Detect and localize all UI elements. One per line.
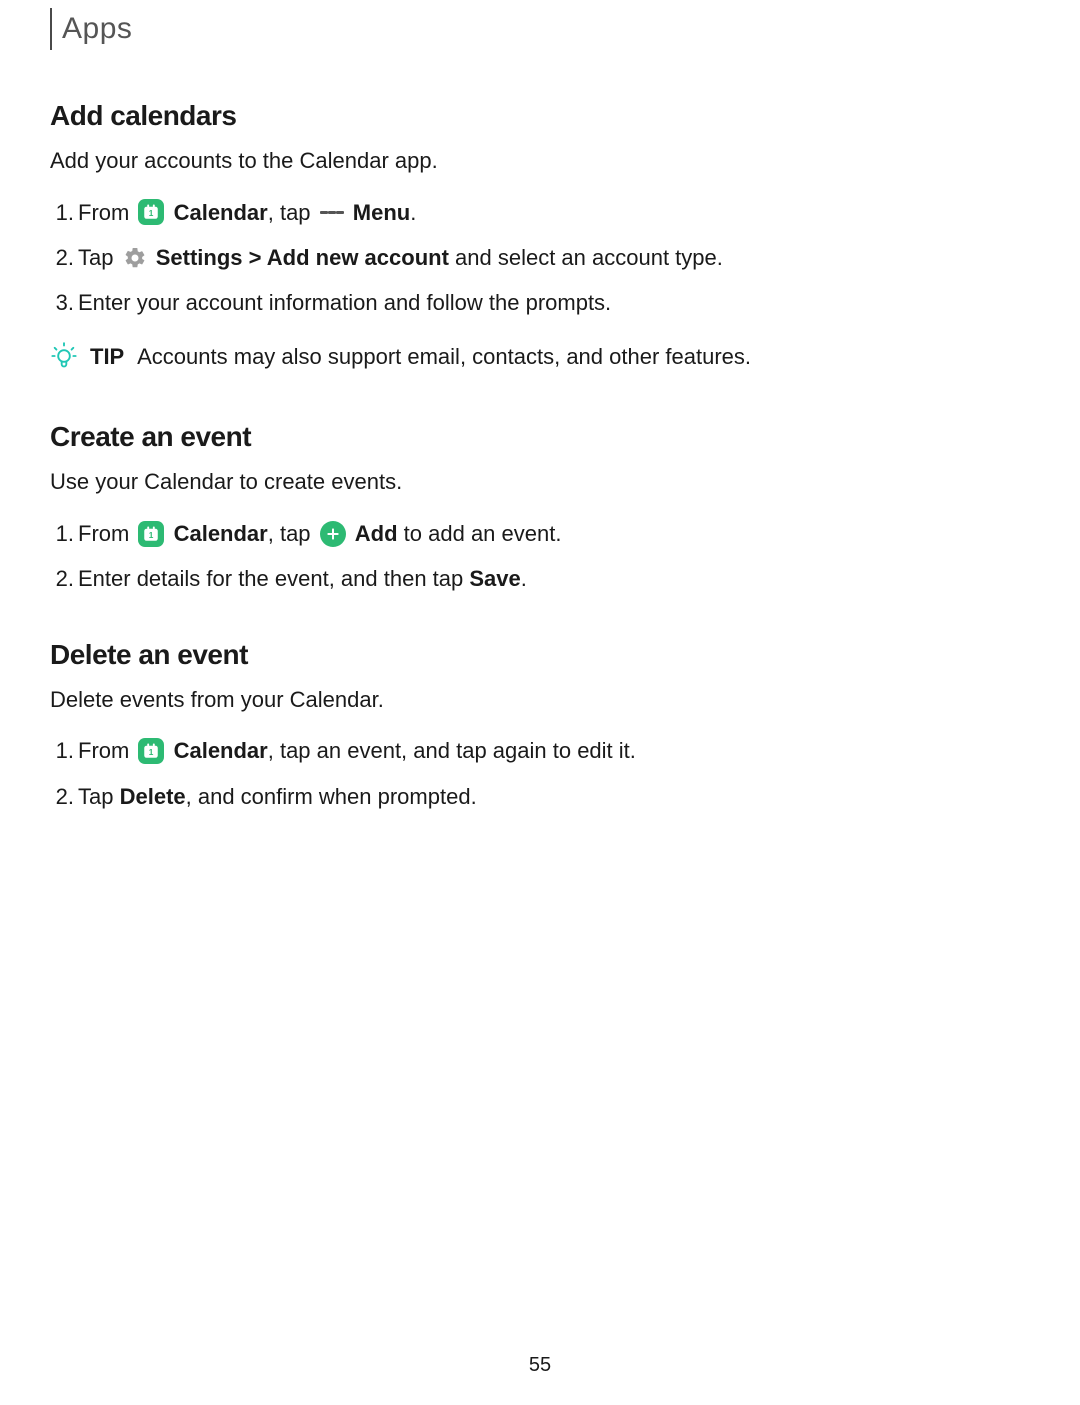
section2-intro: Use your Calendar to create events. xyxy=(50,467,1030,498)
gear-icon xyxy=(123,246,147,270)
text: > xyxy=(243,245,267,270)
section1-step1: From 1 Calendar, tap Menu. xyxy=(78,195,1030,230)
section1-step3: Enter your account information and follo… xyxy=(78,285,1030,320)
tip-block: TIP Accounts may also support email, con… xyxy=(50,340,1030,379)
section3-step2: Tap Delete, and confirm when prompted. xyxy=(78,779,1030,814)
tip-text: Accounts may also support email, contact… xyxy=(132,344,751,369)
svg-text:1: 1 xyxy=(149,209,154,218)
text: . xyxy=(521,566,527,591)
section-heading-delete-event: Delete an event xyxy=(50,639,1030,671)
page-header: Apps xyxy=(50,8,1030,50)
text: , and confirm when prompted. xyxy=(186,784,477,809)
calendar-label: Calendar xyxy=(174,200,268,225)
calendar-icon: 1 xyxy=(138,521,164,547)
section2-step1: From 1 Calendar, tap Add to add an event… xyxy=(78,516,1030,551)
section-heading-add-calendars: Add calendars xyxy=(50,100,1030,132)
section3-step1: From 1 Calendar, tap an event, and tap a… xyxy=(78,733,1030,768)
text: , tap xyxy=(268,200,317,225)
text: From xyxy=(78,200,135,225)
calendar-label: Calendar xyxy=(174,738,268,763)
text: , tap xyxy=(268,521,317,546)
text: . xyxy=(410,200,416,225)
svg-text:1: 1 xyxy=(149,531,154,540)
svg-text:1: 1 xyxy=(149,748,154,757)
section1-step2: Tap Settings > Add new account and selec… xyxy=(78,240,1030,275)
text: and select an account type. xyxy=(449,245,723,270)
menu-label: Menu xyxy=(353,200,410,225)
tip-label: TIP xyxy=(90,344,124,369)
settings-label: Settings xyxy=(156,245,243,270)
section1-steps: From 1 Calendar, tap Menu. Tap Settings … xyxy=(50,195,1030,321)
delete-label: Delete xyxy=(120,784,186,809)
calendar-label: Calendar xyxy=(174,521,268,546)
menu-icon xyxy=(320,202,344,222)
text: Tap xyxy=(78,784,120,809)
text: to add an event. xyxy=(398,521,562,546)
save-label: Save xyxy=(469,566,520,591)
section1-intro: Add your accounts to the Calendar app. xyxy=(50,146,1030,177)
add-label: Add xyxy=(355,521,398,546)
section3-steps: From 1 Calendar, tap an event, and tap a… xyxy=(50,733,1030,813)
tip-content: TIP Accounts may also support email, con… xyxy=(90,340,751,373)
lightbulb-icon xyxy=(50,342,78,379)
add-account-label: Add new account xyxy=(267,245,449,270)
text: From xyxy=(78,738,135,763)
text: Tap xyxy=(78,245,120,270)
page-number: 55 xyxy=(0,1354,1080,1377)
section3-intro: Delete events from your Calendar. xyxy=(50,685,1030,716)
section-heading-create-event: Create an event xyxy=(50,421,1030,453)
text: Enter details for the event, and then ta… xyxy=(78,566,469,591)
section2-steps: From 1 Calendar, tap Add to add an event… xyxy=(50,516,1030,596)
section2-step2: Enter details for the event, and then ta… xyxy=(78,561,1030,596)
text: From xyxy=(78,521,135,546)
header-rule xyxy=(50,8,52,50)
header-title: Apps xyxy=(62,12,132,46)
calendar-icon: 1 xyxy=(138,199,164,225)
plus-icon xyxy=(320,521,346,547)
calendar-icon: 1 xyxy=(138,738,164,764)
text: , tap an event, and tap again to edit it… xyxy=(268,738,636,763)
